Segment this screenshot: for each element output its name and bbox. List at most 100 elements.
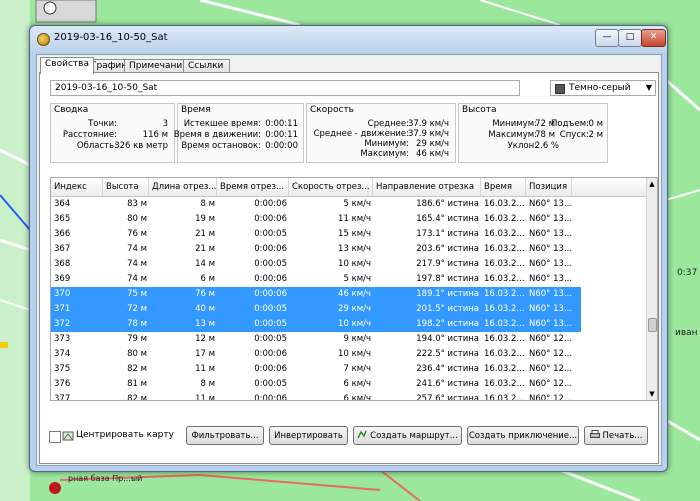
- cell-segment-direction: 201.5° истина: [416, 304, 479, 314]
- table-row[interactable]: 375 82 м 11 м 0:00:06 7 км/ч 236.4° истина 16.…: [51, 362, 581, 377]
- cell-time: 16.03.2...: [484, 244, 525, 254]
- cell-position: N60° 13...: [529, 244, 573, 254]
- speed-title: Скорость: [310, 105, 354, 115]
- track-properties-window: 2019-03-16_10-50_Sat — □ ✕ Свойства Граф…: [29, 25, 668, 472]
- print-button[interactable]: Печать...: [584, 426, 648, 445]
- alt-min-label: Минимум:: [492, 119, 537, 129]
- cell-position: N60° 12...: [529, 349, 573, 359]
- filter-button[interactable]: Фильтровать...: [186, 426, 264, 445]
- table-row[interactable]: 371 72 м 40 м 0:00:05 29 км/ч 201.5° истина 16…: [51, 302, 581, 317]
- map-label: иван: [675, 328, 698, 338]
- scroll-up-icon[interactable]: ▲: [647, 179, 657, 189]
- cell-segment-direction: 189.1° истина: [416, 289, 479, 299]
- track-points-table[interactable]: Индекс Высота Длина отрез... Время отрез…: [50, 177, 658, 401]
- points-value: 3: [162, 119, 168, 129]
- cell-segment-time: 0:00:05: [254, 304, 287, 314]
- cell-segment-speed: 11 км/ч: [338, 214, 371, 224]
- cell-segment-time: 0:00:06: [254, 349, 287, 359]
- cell-segment-direction: 198.2° истина: [416, 319, 479, 329]
- scroll-down-icon[interactable]: ▼: [647, 389, 657, 399]
- cell-altitude: 74 м: [127, 244, 147, 254]
- elapsed-label: Истекшее время:: [183, 119, 261, 129]
- table-header: Индекс Высота Длина отрез... Время отрез…: [51, 178, 647, 197]
- table-row[interactable]: 369 74 м 6 м 0:00:06 5 км/ч 197.8° истина 16.0…: [51, 272, 581, 287]
- col-header-altitude[interactable]: Высота: [103, 178, 149, 196]
- maximize-button[interactable]: □: [618, 29, 642, 47]
- col-header-time[interactable]: Время: [481, 178, 526, 196]
- table-row[interactable]: 365 80 м 19 м 0:00:06 11 км/ч 165.4° истина 16…: [51, 212, 581, 227]
- table-row[interactable]: 367 74 м 21 м 0:00:06 13 км/ч 203.6° истина 16…: [51, 242, 581, 257]
- col-header-position[interactable]: Позиция: [526, 178, 572, 196]
- cell-segment-length: 14 м: [195, 259, 215, 269]
- cell-segment-time: 0:00:06: [254, 244, 287, 254]
- table-row[interactable]: 376 81 м 8 м 0:00:05 6 км/ч 241.6° истина 16.0…: [51, 377, 581, 392]
- max-speed-value: 46 км/ч: [416, 149, 449, 159]
- scroll-thumb[interactable]: [648, 318, 657, 332]
- window-client: Свойства График Примечания Ссылки 2019-0…: [36, 54, 662, 466]
- table-row[interactable]: 374 80 м 17 м 0:00:06 10 км/ч 222.5° истина 16…: [51, 347, 581, 362]
- tab-notes[interactable]: Примечания: [124, 59, 191, 73]
- chevron-down-icon: ▼: [645, 83, 652, 92]
- table-row[interactable]: 366 76 м 21 м 0:00:05 15 км/ч 173.1° истина 16…: [51, 227, 581, 242]
- speed-group: Скорость Среднее: 37.9 км/ч Среднее - дв…: [306, 103, 456, 163]
- slope-value: 2.6 %: [534, 141, 559, 151]
- table-row[interactable]: 372 78 м 13 м 0:00:05 10 км/ч 198.2° истина 16…: [51, 317, 581, 332]
- col-header-index[interactable]: Индекс: [51, 178, 103, 196]
- cell-segment-length: 6 м: [200, 274, 215, 284]
- col-header-segment-time[interactable]: Время отрез...: [217, 178, 289, 196]
- tab-links[interactable]: Ссылки: [183, 59, 230, 73]
- cell-segment-time: 0:00:06: [254, 274, 287, 284]
- cell-segment-speed: 46 км/ч: [338, 289, 371, 299]
- avg-speed-label: Среднее:: [367, 119, 409, 129]
- table-row[interactable]: 370 75 м 76 м 0:00:06 46 км/ч 189.1° истина 16…: [51, 287, 581, 302]
- cell-segment-time: 0:00:05: [254, 319, 287, 329]
- cell-time: 16.03.2...: [484, 349, 525, 359]
- cell-position: N60° 13...: [529, 289, 573, 299]
- cell-segment-time: 0:00:06: [254, 394, 287, 401]
- close-button[interactable]: ✕: [641, 29, 666, 47]
- alt-max-value: 78 м: [535, 130, 555, 140]
- stopped-label: Время остановок:: [181, 141, 261, 151]
- tab-properties[interactable]: Свойства: [40, 57, 94, 74]
- table-row[interactable]: 364 83 м 8 м 0:00:06 5 км/ч 186.6° истина 16.0…: [51, 197, 581, 212]
- altitude-group: Высота Минимум: 72 м Подъем: 0 м Максиму…: [458, 103, 608, 163]
- cell-segment-direction: 217.9° истина: [416, 259, 479, 269]
- printer-icon: [589, 430, 600, 438]
- avg-moving-speed-value: 37.9 км/ч: [407, 129, 449, 139]
- color-dropdown-value: Темно-серый: [569, 83, 631, 93]
- col-header-segment-direction[interactable]: Направление отрезка: [373, 178, 481, 196]
- cell-position: N60° 13...: [529, 259, 573, 269]
- vertical-scrollbar[interactable]: ▲ ▼: [646, 178, 657, 400]
- cell-segment-time: 0:00:05: [254, 259, 287, 269]
- invert-button[interactable]: Инвертировать: [269, 426, 348, 445]
- cell-segment-length: 19 м: [195, 214, 215, 224]
- descent-label: Спуск:: [559, 130, 589, 140]
- summary-title: Сводка: [54, 105, 89, 115]
- cell-segment-length: 12 м: [195, 334, 215, 344]
- cell-segment-length: 21 м: [195, 229, 215, 239]
- window-title: 2019-03-16_10-50_Sat: [54, 32, 168, 43]
- col-header-segment-length[interactable]: Длина отрез...: [149, 178, 217, 196]
- points-label: Точки:: [88, 119, 117, 129]
- col-header-segment-speed[interactable]: Скорость отрез...: [289, 178, 373, 196]
- create-adventure-button[interactable]: Создать приключение...: [467, 426, 579, 445]
- minimize-button[interactable]: —: [595, 29, 619, 47]
- cell-altitude: 78 м: [127, 319, 147, 329]
- cell-segment-speed: 5 км/ч: [343, 274, 371, 284]
- table-row[interactable]: 377 82 м 11 м 0:00:06 6 км/ч 257.6° истина 16.…: [51, 392, 581, 401]
- cell-index: 371: [54, 304, 71, 314]
- cell-time: 16.03.2...: [484, 199, 525, 209]
- table-row[interactable]: 368 74 м 14 м 0:00:05 10 км/ч 217.9° истина 16…: [51, 257, 581, 272]
- table-row[interactable]: 373 79 м 12 м 0:00:05 9 км/ч 194.0° истина 16.…: [51, 332, 581, 347]
- color-dropdown[interactable]: Темно-серый ▼: [550, 80, 656, 96]
- cell-segment-time: 0:00:05: [254, 379, 287, 389]
- title-bar[interactable]: 2019-03-16_10-50_Sat — □ ✕: [30, 26, 667, 52]
- center-map-checkbox[interactable]: [49, 431, 61, 443]
- cell-segment-length: 13 м: [195, 319, 215, 329]
- track-name-input[interactable]: 2019-03-16_10-50_Sat: [50, 80, 520, 96]
- cell-index: 368: [54, 259, 71, 269]
- time-group: Время Истекшее время: 0:00:11 Время в дв…: [174, 103, 304, 163]
- create-route-button[interactable]: Создать маршрут...: [353, 426, 462, 445]
- cell-altitude: 72 м: [127, 304, 147, 314]
- cell-segment-speed: 5 км/ч: [343, 199, 371, 209]
